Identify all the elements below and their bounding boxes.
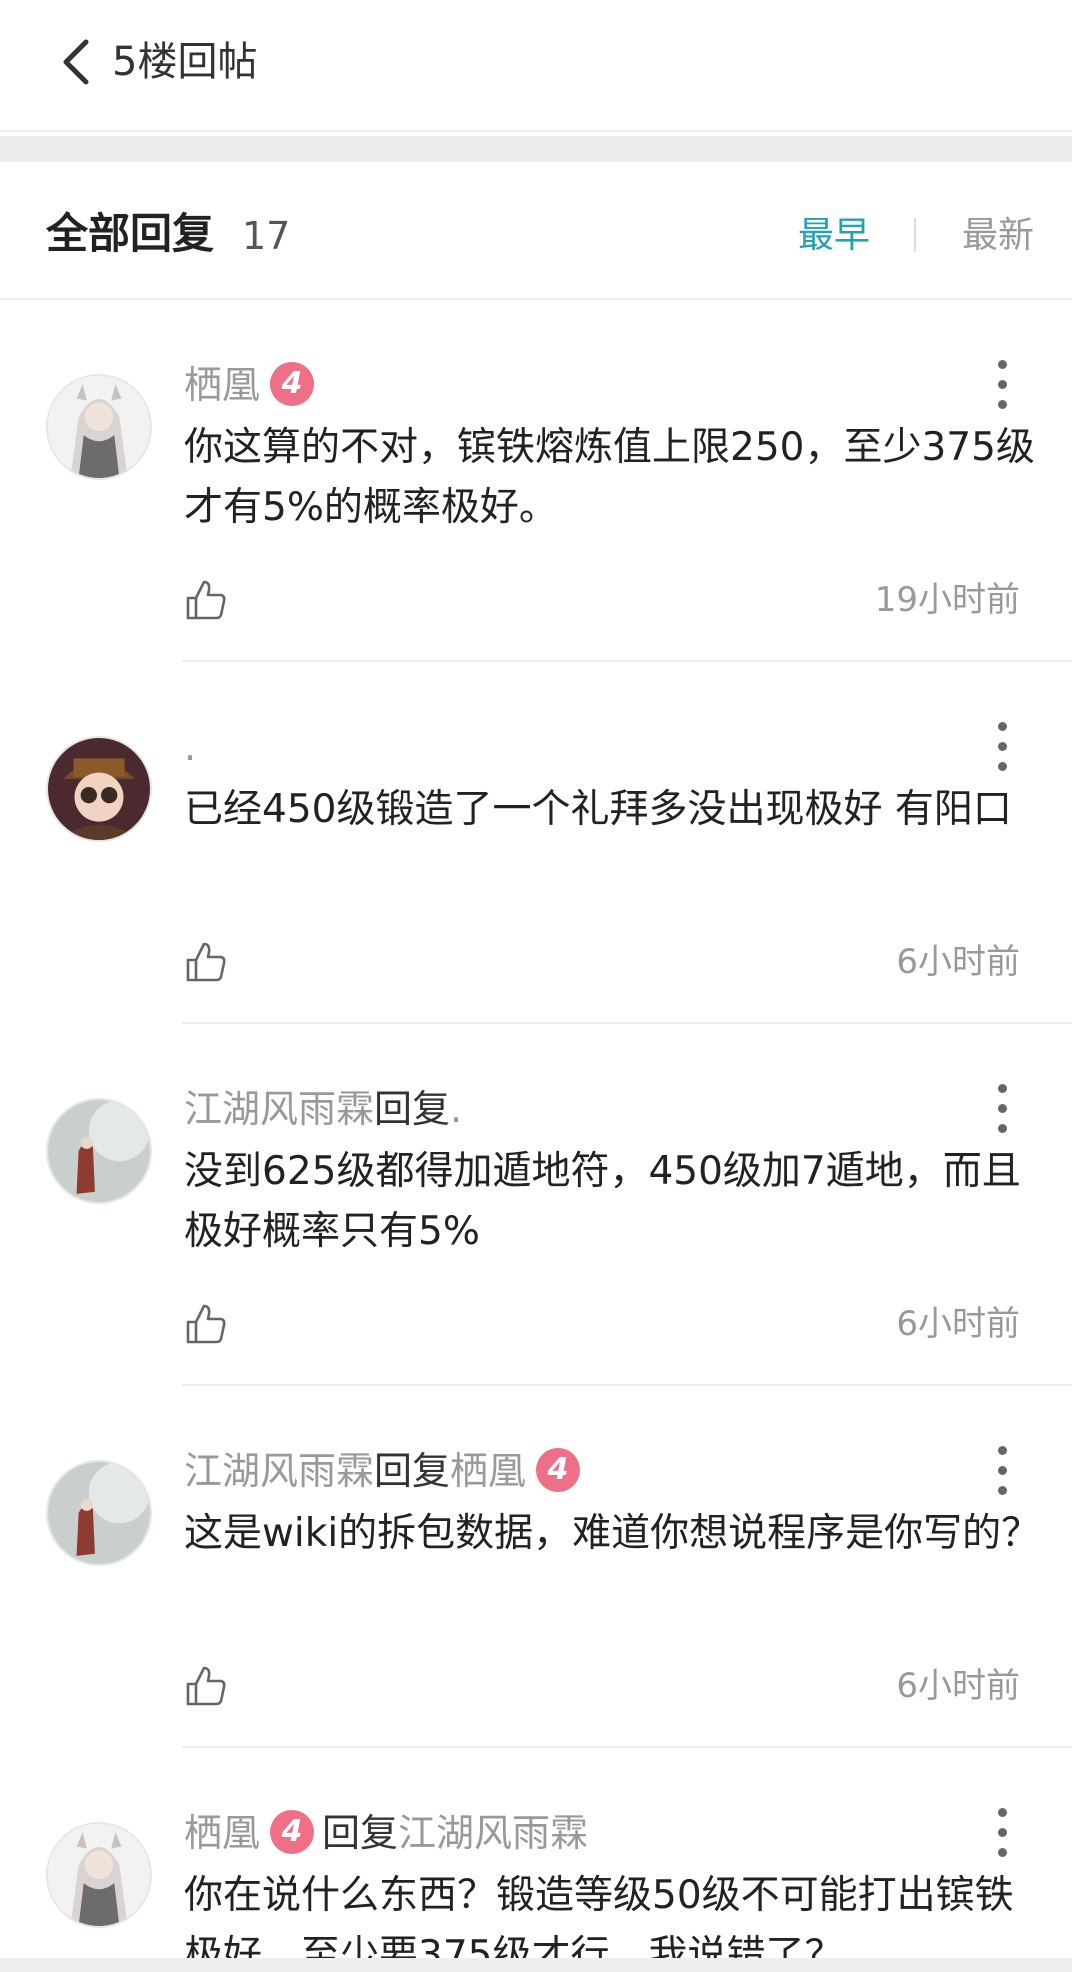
avatar[interactable] [46, 1460, 152, 1566]
page-title: 5楼回帖 [112, 39, 258, 85]
comment-text: 这是wiki的拆包数据，难道你想说程序是你写的？ [184, 1511, 1041, 1556]
like-icon[interactable] [184, 1664, 228, 1708]
avatar[interactable] [46, 1098, 152, 1204]
comment-text: 你在说什么东西？锻造等级50级不可能打出镔铁极好，至少要375级才行。我说错了？ [184, 1873, 1014, 1958]
reply-label: 回复 [322, 1811, 399, 1855]
username[interactable]: 江湖风雨霖 [184, 1087, 374, 1131]
timestamp: 19小时前 [874, 580, 1020, 620]
more-icon[interactable] [990, 1084, 1014, 1138]
sort-divider [914, 218, 916, 252]
like-icon[interactable] [184, 1302, 228, 1346]
comment-header: 江湖风雨霖回复栖凰 4 [184, 1440, 588, 1502]
comment-header: 栖凰 4 [184, 354, 322, 416]
reply-target[interactable]: 栖凰 [450, 1449, 526, 1493]
reply-target[interactable]: . [450, 1087, 462, 1131]
level-badge: 4 [270, 361, 315, 406]
avatar[interactable] [46, 374, 152, 480]
like-icon[interactable] [184, 578, 228, 622]
sort-earliest-tab[interactable]: 最早 [798, 208, 870, 264]
avatar[interactable] [46, 736, 152, 842]
replies-title: 全部回复 [46, 209, 215, 258]
bottom-edge [0, 1958, 1072, 1972]
comment-item: 江湖风雨霖回复栖凰 4 这是wiki的拆包数据，难道你想说程序是你写的？ 6小时前 [0, 1386, 1072, 1748]
level-badge: 4 [270, 1809, 315, 1854]
timestamp: 6小时前 [896, 1304, 1020, 1344]
like-icon[interactable] [184, 940, 228, 984]
username[interactable]: . [184, 725, 196, 769]
back-icon[interactable] [56, 34, 96, 90]
username[interactable]: 栖凰 [184, 363, 260, 407]
comment-item: . 已经450级锻造了一个礼拜多没出现极好 有阳口 6小时前 [0, 662, 1072, 1024]
comment-header: 栖凰 4 回复江湖风雨霖 [184, 1802, 588, 1864]
comment-item: 栖凰 4 你这算的不对，镔铁熔炼值上限250，至少375级才有5%的概率极好。 1… [0, 300, 1072, 662]
reply-target[interactable]: 江湖风雨霖 [398, 1811, 588, 1855]
username[interactable]: 栖凰 [184, 1811, 260, 1855]
username[interactable]: 江湖风雨霖 [184, 1449, 374, 1493]
comment-item: 江湖风雨霖回复. 没到625级都得加遁地符，450级加7遁地，而且极好概率只有5… [0, 1024, 1072, 1386]
more-icon[interactable] [990, 1808, 1014, 1862]
replies-header: 全部回复 17 最早 最新 [0, 162, 1072, 300]
top-bar: 5楼回帖 [0, 0, 1072, 132]
timestamp: 6小时前 [896, 942, 1020, 982]
comment-text: 已经450级锻造了一个礼拜多没出现极好 有阳口 [184, 787, 1012, 832]
comment-text: 没到625级都得加遁地符，450级加7遁地，而且极好概率只有5% [184, 1149, 1021, 1254]
timestamp: 6小时前 [896, 1666, 1020, 1706]
reply-label: 回复 [374, 1449, 451, 1493]
avatar[interactable] [46, 1822, 152, 1928]
more-icon[interactable] [990, 360, 1014, 414]
comment-header: . [184, 716, 196, 778]
reply-label: 回复 [374, 1087, 451, 1131]
more-icon[interactable] [990, 722, 1014, 776]
level-badge: 4 [536, 1447, 581, 1492]
more-icon[interactable] [990, 1446, 1014, 1500]
comment-header: 江湖风雨霖回复. [184, 1078, 462, 1140]
section-gap [0, 136, 1072, 162]
comment-text: 你这算的不对，镔铁熔炼值上限250，至少375级才有5%的概率极好。 [184, 425, 1035, 530]
replies-count: 17 [242, 214, 291, 258]
comment-item: 栖凰 4 回复江湖风雨霖 你在说什么东西？锻造等级50级不可能打出镔铁极好，至少要3… [0, 1748, 1072, 1958]
sort-latest-tab[interactable]: 最新 [962, 208, 1034, 264]
